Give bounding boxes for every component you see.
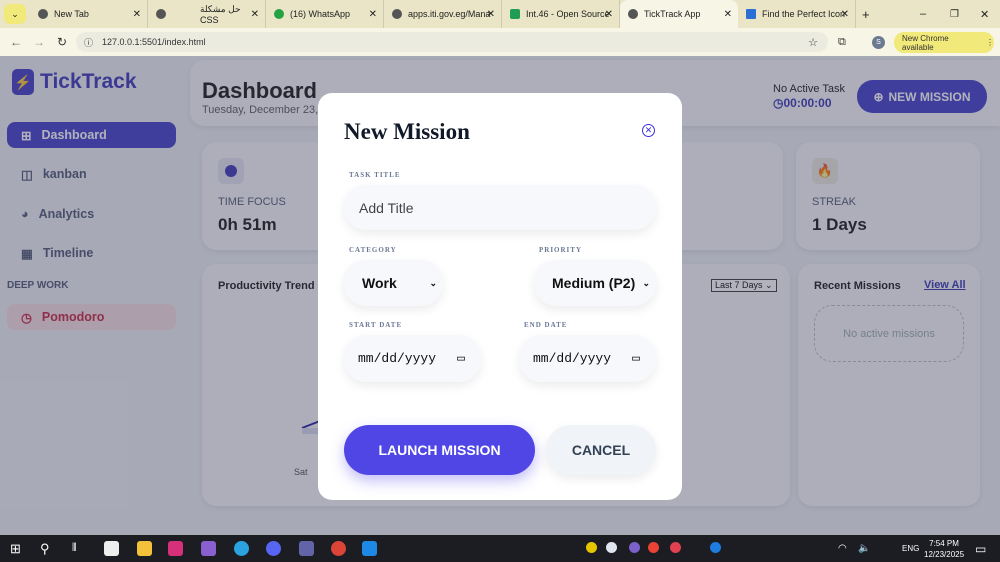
- chrome-taskbar-icon[interactable]: [331, 541, 346, 556]
- close-icon[interactable]: ✕: [642, 124, 655, 137]
- wifi-icon[interactable]: ◠: [838, 543, 847, 554]
- site-info-icon[interactable]: ⓘ: [84, 36, 93, 49]
- new-mission-modal: New Mission ✕ TASK TITLE Add Title CATEG…: [318, 93, 682, 500]
- url-input[interactable]: ⓘ 127.0.0.1:5501/index.html ☆: [76, 32, 828, 52]
- flag-icon: [746, 9, 756, 19]
- new-tab-button[interactable]: +: [862, 7, 870, 22]
- discord-icon[interactable]: [266, 541, 281, 556]
- chrome-icon: [38, 9, 48, 19]
- tray-app-icon[interactable]: [670, 542, 681, 553]
- maximize-button[interactable]: ❐: [950, 9, 959, 20]
- extensions-icon[interactable]: ⧉: [838, 36, 846, 49]
- tray-chrome-icon[interactable]: [648, 542, 659, 553]
- browser-tab-strip: ⌄ New Tab ✕ حل مشكلة CSS ✕ (16) WhatsApp ✕ …: [0, 0, 1000, 28]
- minimize-button[interactable]: –: [920, 8, 926, 20]
- sheets-icon: [510, 9, 520, 19]
- tab[interactable]: حل مشكلة CSS ✕: [148, 0, 266, 28]
- notifications-icon[interactable]: ▭: [975, 542, 986, 556]
- close-tab-icon[interactable]: ✕: [369, 9, 377, 20]
- modal-title: New Mission: [344, 119, 470, 144]
- calendar-icon[interactable]: ▭: [457, 351, 465, 366]
- tab[interactable]: (16) WhatsApp ✕: [266, 0, 384, 28]
- end-date-input[interactable]: mm/dd/yyyy ▭: [519, 335, 656, 382]
- launch-mission-button[interactable]: LAUNCH MISSION: [344, 425, 535, 475]
- windows-taskbar: ⊞ ⚲ ⫴ ◠ 🔈 ENG 7:54 PM 12/23/2025 ▭: [0, 535, 1000, 562]
- tab-search-button[interactable]: ⌄: [4, 4, 26, 24]
- close-tab-icon[interactable]: ✕: [841, 9, 849, 20]
- chevron-down-icon: ⌄: [642, 277, 650, 288]
- tab[interactable]: Find the Perfect Icon ✕: [738, 0, 856, 28]
- start-date-input[interactable]: mm/dd/yyyy ▭: [344, 335, 481, 382]
- tab[interactable]: apps.iti.gov.eg/Mana ✕: [384, 0, 502, 28]
- close-tab-icon[interactable]: ✕: [133, 9, 141, 20]
- calendar-icon[interactable]: ▭: [632, 351, 640, 366]
- camera-app-icon[interactable]: [104, 541, 119, 556]
- close-tab-icon[interactable]: ✕: [487, 9, 495, 20]
- close-window-button[interactable]: ✕: [980, 8, 989, 21]
- vscode-icon[interactable]: [362, 541, 377, 556]
- bookmark-star-icon[interactable]: ☆: [808, 36, 818, 49]
- app-page: ⚡ TickTrack ⊞ Dashboard ◫ kanban ◕ Analytics…: [0, 56, 1000, 535]
- instagram-icon[interactable]: [168, 541, 183, 556]
- chrome-update-button[interactable]: New Chrome available ⋮: [894, 32, 994, 53]
- category-select[interactable]: Work ⌄: [344, 260, 443, 306]
- task-view-icon[interactable]: ⫴: [72, 542, 77, 555]
- file-explorer-icon[interactable]: [137, 541, 152, 556]
- tray-app-icon[interactable]: [629, 542, 640, 553]
- tray-app-icon[interactable]: [606, 542, 617, 553]
- whatsapp-icon: [274, 9, 284, 19]
- close-tab-icon[interactable]: ✕: [251, 9, 259, 20]
- tab-active[interactable]: TickTrack App ✕: [620, 0, 738, 28]
- tab[interactable]: Int.46 - Open Source ✕: [502, 0, 620, 28]
- visual-studio-icon[interactable]: [201, 541, 216, 556]
- globe-icon: [392, 9, 402, 19]
- search-icon[interactable]: ⚲: [40, 541, 50, 557]
- menu-dots-icon: ⋮: [986, 38, 994, 47]
- chevron-down-icon: ⌄: [429, 277, 437, 288]
- close-tab-icon[interactable]: ✕: [724, 9, 732, 20]
- bluetooth-icon[interactable]: [710, 542, 721, 553]
- profile-avatar[interactable]: S: [872, 35, 885, 49]
- telegram-icon[interactable]: [234, 541, 249, 556]
- language-indicator[interactable]: ENG: [902, 544, 919, 553]
- windows-start-icon[interactable]: ⊞: [10, 541, 21, 557]
- priority-select[interactable]: Medium (P2) ⌄: [534, 260, 656, 306]
- back-icon[interactable]: ←: [10, 35, 22, 49]
- cancel-button[interactable]: CANCEL: [546, 425, 656, 475]
- tab[interactable]: New Tab ✕: [30, 0, 148, 28]
- reload-icon[interactable]: ↻: [57, 35, 67, 49]
- volume-icon[interactable]: 🔈: [858, 543, 870, 554]
- tray-app-icon[interactable]: [586, 542, 597, 553]
- address-bar-row: ← → ↻ ⓘ 127.0.0.1:5501/index.html ☆ ⧉ S Ne…: [0, 28, 1000, 56]
- task-title-input[interactable]: Add Title: [344, 185, 656, 230]
- forward-icon[interactable]: →: [33, 35, 45, 49]
- chatgpt-icon: [156, 9, 166, 19]
- clock[interactable]: 7:54 PM 12/23/2025: [924, 538, 964, 560]
- close-tab-icon[interactable]: ✕: [605, 9, 613, 20]
- teams-icon[interactable]: [299, 541, 314, 556]
- globe-icon: [628, 9, 638, 19]
